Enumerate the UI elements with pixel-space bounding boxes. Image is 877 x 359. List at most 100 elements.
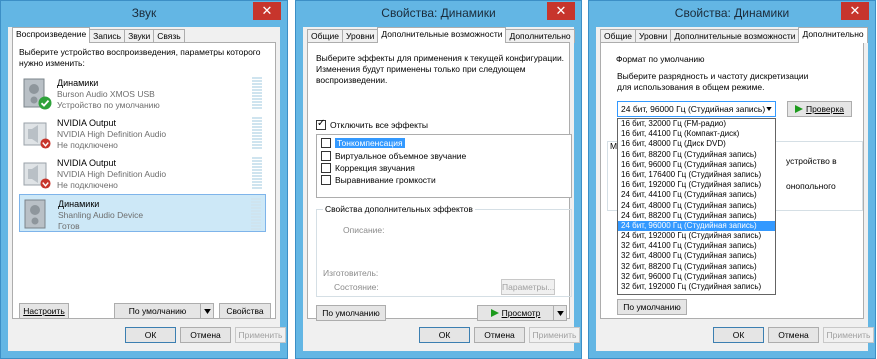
chevron-down-icon <box>556 311 564 316</box>
format-option[interactable]: 24 бит, 192000 Гц (Студийная запись) <box>618 231 775 241</box>
format-option[interactable]: 16 бит, 192000 Гц (Студийная запись) <box>618 180 775 190</box>
volume-meter <box>252 157 262 189</box>
properties-label: Свойства <box>226 306 264 316</box>
checkbox-checked[interactable] <box>316 118 326 130</box>
tab-advanced[interactable]: Дополнительно <box>505 29 575 43</box>
device-name: Динамики <box>58 199 100 209</box>
title-bar[interactable]: Свойства: Динамики ✕ <box>296 1 581 27</box>
tab-communications[interactable]: Связь <box>153 29 185 43</box>
window-title: Свойства: Динамики <box>381 6 496 20</box>
apply-button[interactable]: Применить <box>235 327 286 343</box>
ok-button[interactable]: ОК <box>419 327 470 343</box>
format-option[interactable]: 16 бит, 48000 Гц (Диск DVD) <box>618 139 775 149</box>
format-combobox[interactable]: 24 бит, 96000 Гц (Студийная запись) <box>617 101 776 117</box>
cancel-button[interactable]: Отмена <box>180 327 231 343</box>
set-default-button[interactable]: По умолчанию <box>114 303 201 319</box>
close-button[interactable]: ✕ <box>253 2 281 20</box>
format-option[interactable]: 16 бит, 176400 Гц (Студийная запись) <box>618 170 775 180</box>
format-option[interactable]: 32 бит, 88200 Гц (Студийная запись) <box>618 262 775 272</box>
format-option[interactable]: 32 бит, 192000 Гц (Студийная запись) <box>618 282 775 292</box>
group-title: Свойства дополнительных эффектов <box>323 204 475 214</box>
tab-enhancements[interactable]: Дополнительные возможности <box>670 29 800 43</box>
tab-advanced[interactable]: Дополнительно <box>798 27 868 43</box>
speaker-properties-window: Свойства: Динамики ✕ Общие Уровни Дополн… <box>295 0 582 359</box>
device-item[interactable]: NVIDIA Output NVIDIA High Definition Aud… <box>19 154 266 192</box>
effect-label: Виртуальное объемное звучание <box>335 151 467 161</box>
state-label: Состояние: <box>334 282 379 292</box>
volume-meter <box>252 117 262 149</box>
tab-general[interactable]: Общие <box>600 29 636 43</box>
set-default-dropdown[interactable] <box>200 303 214 319</box>
effect-label: Выравнивание громкости <box>335 175 436 185</box>
client-area: Воспроизведение Запись Звуки Связь Выбер… <box>8 27 286 351</box>
speaker-icon <box>24 199 46 229</box>
effect-label: Коррекция звучания <box>335 163 415 173</box>
device-name: NVIDIA Output <box>57 158 117 168</box>
preview-button[interactable]: Просмотр <box>477 305 554 321</box>
default-check-icon <box>38 96 52 110</box>
tab-enhancements[interactable]: Дополнительные возможности <box>377 27 507 43</box>
device-item[interactable]: NVIDIA Output NVIDIA High Definition Aud… <box>19 114 266 152</box>
device-status: Не подключено <box>57 140 118 150</box>
format-option[interactable]: 32 бит, 44100 Гц (Студийная запись) <box>618 241 775 251</box>
title-bar[interactable]: Звук ✕ <box>1 1 287 27</box>
playback-panel: Выберите устройство воспроизведения, пар… <box>12 42 276 319</box>
format-option[interactable]: 16 бит, 32000 Гц (FM-радио) <box>618 119 775 129</box>
tab-sounds[interactable]: Звуки <box>124 29 155 43</box>
tab-levels[interactable]: Уровни <box>341 29 379 43</box>
preview-label: Просмотр <box>501 308 541 318</box>
apply-button[interactable]: Применить <box>823 327 874 343</box>
tab-levels[interactable]: Уровни <box>634 29 672 43</box>
format-option[interactable]: 16 бит, 44100 Гц (Компакт-диск) <box>618 129 775 139</box>
effect-item[interactable]: Выравнивание громкости <box>321 174 436 186</box>
ok-button[interactable]: ОК <box>713 327 764 343</box>
format-option[interactable]: 16 бит, 96000 Гц (Студийная запись) <box>618 160 775 170</box>
format-option[interactable]: 24 бит, 44100 Гц (Студийная запись) <box>618 190 775 200</box>
title-bar[interactable]: Свойства: Динамики ✕ <box>589 1 875 27</box>
tab-playback[interactable]: Воспроизведение <box>12 27 91 43</box>
effect-item[interactable]: Коррекция звучания <box>321 162 415 174</box>
close-button[interactable]: ✕ <box>841 2 869 20</box>
device-item-selected[interactable]: Динамики Shanling Audio Device Готов <box>19 194 266 232</box>
ok-button[interactable]: ОК <box>125 327 176 343</box>
restore-defaults-button[interactable]: По умолчанию <box>617 299 687 315</box>
cancel-button[interactable]: Отмена <box>768 327 819 343</box>
configure-button[interactable]: Настроить <box>19 303 69 319</box>
settings-button[interactable]: Параметры... <box>501 279 555 295</box>
disconnected-icon <box>40 138 51 149</box>
format-dropdown-list[interactable]: 16 бит, 32000 Гц (FM-радио) 16 бит, 44100… <box>617 118 776 295</box>
format-option[interactable]: 16 бит, 88200 Гц (Студийная запись) <box>618 150 775 160</box>
restore-defaults-button[interactable]: По умолчанию <box>316 305 386 321</box>
properties-button[interactable]: Свойства <box>219 303 271 319</box>
preview-dropdown[interactable] <box>553 305 567 321</box>
format-combobox-value: 24 бит, 96000 Гц (Студийная запись) <box>621 104 766 114</box>
checkbox[interactable] <box>321 175 331 185</box>
client-area: Общие Уровни Дополнительные возможности … <box>303 27 580 351</box>
format-option-selected[interactable]: 24 бит, 96000 Гц (Студийная запись) <box>618 220 775 232</box>
window-title: Звук <box>131 6 157 20</box>
effect-item[interactable]: Виртуальное объемное звучание <box>321 150 466 162</box>
effect-item[interactable]: Тонкомпенсация <box>321 137 405 149</box>
cancel-button[interactable]: Отмена <box>474 327 525 343</box>
disable-all-checkbox[interactable]: Отключить все эффекты <box>316 118 428 131</box>
format-option[interactable]: 32 бит, 48000 Гц (Студийная запись) <box>618 251 775 261</box>
exclusive-text-partial: онопольного <box>786 181 836 191</box>
apply-button[interactable]: Применить <box>529 327 580 343</box>
checkbox[interactable] <box>321 163 331 173</box>
checkbox[interactable] <box>321 138 331 148</box>
device-description: Shanling Audio Device <box>58 210 144 220</box>
device-description: NVIDIA High Definition Audio <box>57 169 167 179</box>
format-option[interactable]: 24 бит, 88200 Гц (Студийная запись) <box>618 211 775 221</box>
test-button[interactable]: Проверка <box>787 101 852 117</box>
checkbox[interactable] <box>321 151 331 161</box>
format-option[interactable]: 32 бит, 96000 Гц (Студийная запись) <box>618 272 775 282</box>
close-button[interactable]: ✕ <box>547 2 575 20</box>
enhancements-panel: Выберите эффекты для применения к текуще… <box>307 42 572 321</box>
client-area: Общие Уровни Дополнительные возможности … <box>596 27 874 351</box>
vendor-label: Изготовитель: <box>323 268 379 278</box>
tab-general[interactable]: Общие <box>307 29 343 43</box>
device-item[interactable]: Динамики Burson Audio XMOS USB Устройств… <box>19 74 266 112</box>
format-option[interactable]: 24 бит, 48000 Гц (Студийная запись) <box>618 201 775 211</box>
description-label: Описание: <box>343 225 385 235</box>
tab-recording[interactable]: Запись <box>89 29 126 43</box>
